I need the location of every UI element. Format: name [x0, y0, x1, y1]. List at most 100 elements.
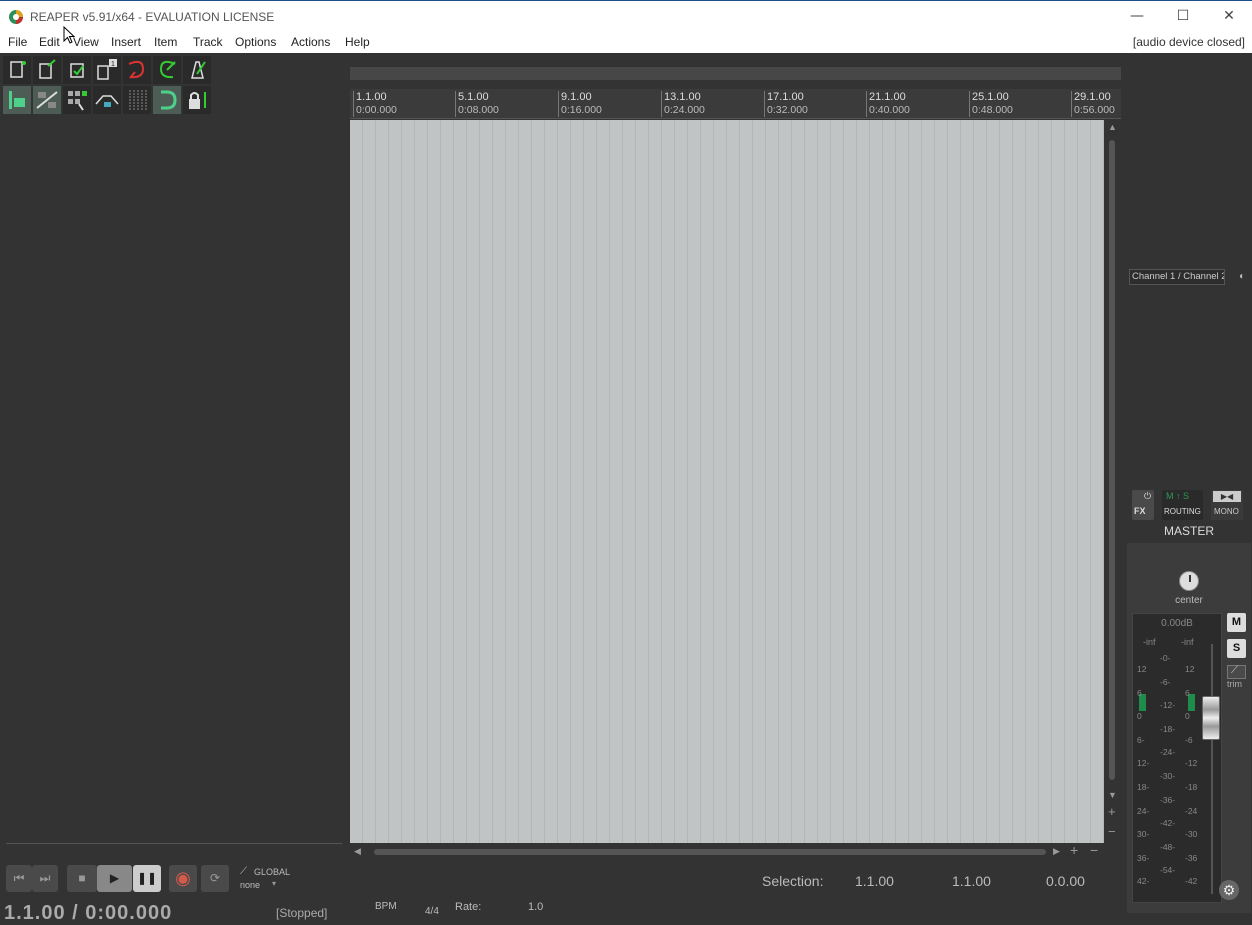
project-settings-button[interactable]: 1 — [93, 56, 121, 84]
record-button[interactable]: ◉ — [169, 865, 197, 892]
routing-button[interactable]: M ↑ S ROUTING — [1162, 490, 1203, 520]
scale-tick: -54- — [1160, 865, 1176, 876]
io-routing-field[interactable]: Channel 1 / Channel 2 — [1129, 269, 1225, 285]
stop-button[interactable]: ■ — [67, 865, 97, 892]
time-signature[interactable]: 4/4 — [425, 906, 439, 917]
grid-lines-button[interactable] — [123, 86, 151, 114]
rate-value[interactable]: 1.0 — [528, 901, 543, 913]
menu-view[interactable]: View — [73, 35, 99, 49]
envelope-points-icon — [95, 95, 119, 107]
envelope-points-button[interactable] — [93, 86, 121, 114]
mono-button[interactable]: ▶◀ MONO — [1211, 490, 1243, 520]
horizontal-scrollbar[interactable]: ◀ ▶ + − — [350, 842, 1104, 860]
tcp-divider — [6, 843, 342, 844]
solo-button[interactable]: S — [1227, 639, 1246, 658]
auto-crossfade-button[interactable] — [153, 86, 181, 114]
open-project-button[interactable] — [33, 56, 61, 84]
track-control-panel[interactable]: 1 — [0, 53, 349, 913]
volume-fader[interactable] — [1202, 696, 1220, 740]
selection-end[interactable]: 1.1.00 — [952, 873, 991, 889]
zoom-out-horizontal-icon[interactable]: − — [1090, 842, 1098, 858]
close-button[interactable]: ✕ — [1206, 1, 1252, 33]
menu-file[interactable]: File — [8, 35, 27, 49]
vertical-scroll-thumb[interactable] — [1109, 140, 1115, 780]
peak-right[interactable]: -inf — [1181, 637, 1194, 647]
stop-icon: ■ — [78, 871, 86, 885]
ruler-mark: 25.1.00 0:48.000 — [969, 91, 1013, 117]
repeat-button[interactable]: ⟳ — [201, 865, 229, 892]
scroll-left-icon[interactable]: ◀ — [354, 846, 361, 857]
automation-mode-value[interactable]: none — [240, 880, 260, 890]
play-button[interactable]: ▶ — [97, 865, 132, 892]
scale-tick: 12 — [1137, 664, 1147, 674]
undo-button[interactable] — [123, 56, 151, 84]
timeline-ruler[interactable]: 1.1.00 0:00.000 5.1.00 0:08.000 9.1.00 0:16… — [350, 89, 1121, 119]
scale-mid: -0- -6- -12- -18- -24- -30- -36- -42- -48- -54- — [1160, 647, 1175, 883]
trim-label[interactable]: trim — [1227, 679, 1242, 689]
pan-knob[interactable] — [1179, 571, 1199, 591]
transport-bar: ⏮ ⏭ ■ ▶ ❚❚ ◉ ⟳ ⟋ GLOBAL none ▾ 1.1.00 / … — [0, 860, 349, 924]
scroll-down-icon[interactable]: ▼ — [1108, 790, 1117, 800]
scale-tick: 36- — [1137, 852, 1150, 863]
menu-actions[interactable]: Actions — [291, 35, 330, 49]
repeat-icon: ⟳ — [209, 871, 221, 885]
menu-help[interactable]: Help — [345, 35, 370, 49]
arrange-view[interactable]: 1.1.00 0:00.000 5.1.00 0:08.000 9.1.00 0:16… — [349, 53, 1126, 913]
lock-button[interactable] — [183, 86, 211, 114]
phase-icon[interactable]: ◖ — [1238, 271, 1244, 282]
mute-button[interactable]: M — [1227, 613, 1246, 632]
automation-dropdown-icon[interactable]: ▾ — [272, 879, 276, 888]
metronome-button[interactable] — [183, 56, 211, 84]
scroll-up-icon[interactable]: ▲ — [1108, 122, 1117, 132]
horizontal-scroll-thumb[interactable] — [374, 849, 1046, 855]
go-to-start-button[interactable]: ⏮ — [6, 865, 32, 892]
go-to-end-button[interactable]: ⏭ — [32, 865, 58, 892]
zoom-in-vertical-icon[interactable]: + — [1108, 804, 1116, 819]
scale-tick: -24 — [1185, 805, 1198, 816]
ruler-mark: 29.1.00 0:56.000 — [1071, 91, 1115, 117]
scale-tick: -12 — [1185, 758, 1198, 769]
item-grouping-button[interactable] — [63, 86, 91, 114]
scale-tick: -24- — [1160, 747, 1176, 758]
volume-readout[interactable]: 0.00dB — [1133, 618, 1221, 629]
redo-button[interactable] — [153, 56, 181, 84]
track-area-grid[interactable] — [350, 120, 1104, 843]
pause-icon: ❚❚ — [136, 871, 158, 885]
mono-label: MONO — [1214, 507, 1239, 516]
menu-track[interactable]: Track — [193, 35, 223, 49]
minimize-button[interactable]: — — [1114, 1, 1160, 33]
selection-start[interactable]: 1.1.00 — [855, 873, 894, 889]
pause-button[interactable]: ❚❚ — [133, 865, 161, 892]
peak-left[interactable]: -inf — [1143, 637, 1156, 647]
new-project-icon — [10, 61, 26, 78]
mixer-settings-button[interactable]: ⚙ — [1219, 880, 1239, 900]
fx-button[interactable]: ⏻ FX — [1132, 490, 1154, 520]
zoom-in-horizontal-icon[interactable]: + — [1070, 842, 1078, 858]
scale-tick: -36- — [1160, 794, 1176, 805]
menu-options[interactable]: Options — [235, 35, 276, 49]
audio-device-status[interactable]: [audio device closed] — [1133, 35, 1245, 49]
scale-tick: -18- — [1160, 723, 1176, 734]
zoom-out-vertical-icon[interactable]: − — [1108, 824, 1116, 839]
scale-left: 12 6 0 6- 12- 18- 24- 30- 36- 42- — [1137, 658, 1149, 894]
maximize-button[interactable]: ☐ — [1160, 1, 1206, 33]
ruler-time: 0:56.000 — [1074, 104, 1115, 116]
grid-snap-button[interactable] — [3, 86, 31, 114]
ripple-edit-button[interactable] — [33, 86, 61, 114]
scroll-right-icon[interactable]: ▶ — [1053, 846, 1060, 857]
bpm-label: BPM — [375, 901, 397, 912]
menu-item[interactable]: Item — [154, 35, 177, 49]
menu-edit[interactable]: Edit — [39, 35, 60, 49]
envelope-button[interactable]: ⟋ — [1227, 665, 1246, 679]
scale-tick: -30- — [1160, 770, 1176, 781]
ruler-bar: 13.1.00 — [664, 91, 701, 103]
save-project-button[interactable] — [63, 56, 91, 84]
ruler-time: 0:00.000 — [356, 104, 397, 116]
vertical-scrollbar[interactable]: ▲ ▼ + − — [1105, 120, 1121, 910]
menu-insert[interactable]: Insert — [111, 35, 141, 49]
region-marker-lane[interactable] — [350, 67, 1121, 80]
master-track-name[interactable]: MASTER — [1126, 524, 1252, 538]
selection-length[interactable]: 0.0.00 — [1046, 873, 1085, 889]
mouse-cursor-icon — [63, 26, 75, 44]
new-project-button[interactable] — [3, 56, 31, 84]
